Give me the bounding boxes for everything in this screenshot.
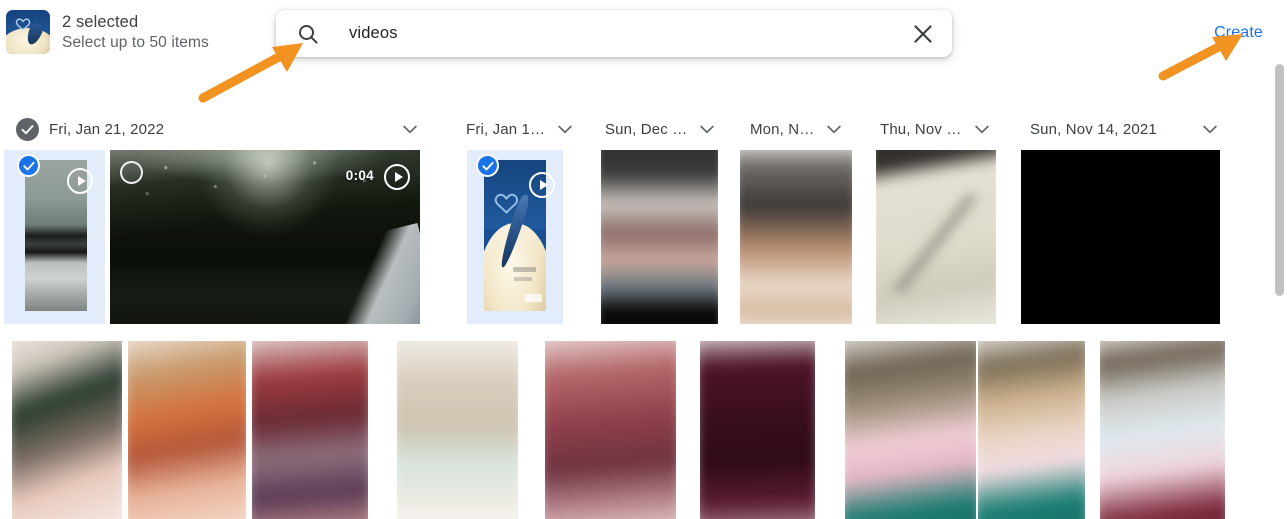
date-group-header-2[interactable]: Sun, Dec … (605, 112, 717, 146)
date-group-label-1: Fri, Jan 1… (466, 120, 546, 138)
date-group-label-3: Mon, N… (750, 120, 815, 138)
chevron-down-icon[interactable] (555, 119, 575, 139)
date-group-label-0: Fri, Jan 21, 2022 (49, 120, 165, 138)
date-group-header-5[interactable]: Sun, Nov 14, 2021 (1030, 112, 1220, 146)
media-tile-blurred-photo-6[interactable] (700, 341, 815, 519)
date-group-header-1[interactable]: Fri, Jan 1… (466, 112, 575, 146)
check-icon (22, 161, 35, 170)
play-circle-icon (67, 168, 93, 194)
chevron-down-icon[interactable] (1200, 119, 1220, 139)
date-headers-row: Fri, Jan 21, 2022 Fri, Jan 1… Sun, Dec …… (0, 112, 1270, 146)
play-circle-icon (384, 164, 410, 190)
create-button[interactable]: Create (1210, 22, 1267, 44)
media-grid-row-top: 0:04 (0, 150, 1287, 330)
date-group-label-5: Sun, Nov 14, 2021 (1030, 120, 1157, 138)
header-selection-info: 2 selected Select up to 50 items (6, 10, 209, 54)
video-duration-label: 0:04 (345, 168, 374, 183)
date-group-label-4: Thu, Nov … (880, 120, 962, 138)
photo-picker-window: 2 selected Select up to 50 items Create (0, 0, 1287, 519)
chevron-down-icon[interactable] (697, 119, 717, 139)
heart-icon (15, 18, 31, 31)
circle-outline-icon[interactable] (120, 161, 143, 184)
vertical-scrollbar[interactable] (1272, 42, 1287, 519)
cereal-bowl-video-thumbnail-icon (6, 10, 50, 54)
selection-hint-label: Select up to 50 items (62, 33, 209, 51)
date-group-header-4[interactable]: Thu, Nov … (880, 112, 992, 146)
search-box[interactable] (276, 10, 952, 57)
check-icon (21, 124, 34, 134)
search-input[interactable] (320, 23, 910, 44)
media-tile-blurred-photo-3[interactable] (252, 341, 368, 519)
chevron-down-icon[interactable] (400, 119, 420, 139)
media-tile-rainy-road-video[interactable] (4, 150, 105, 324)
picker-header: 2 selected Select up to 50 items Create (0, 0, 1287, 68)
scrollbar-thumb[interactable] (1275, 64, 1284, 296)
play-circle-icon (529, 172, 555, 198)
media-tile-blurred-photo-8[interactable] (978, 341, 1085, 519)
date-group-header-3[interactable]: Mon, N… (750, 112, 844, 146)
selection-check-badge[interactable] (17, 154, 40, 177)
media-tile-blurred-photo-5[interactable] (545, 341, 676, 519)
media-tile-blurred-photo-9[interactable] (1100, 341, 1225, 519)
date-group-header-0[interactable]: Fri, Jan 21, 2022 (16, 112, 420, 146)
media-tile-portrait-photo-1[interactable] (601, 150, 718, 324)
media-tile-blurred-photo-2[interactable] (128, 341, 246, 519)
media-tile-blurred-photo-4[interactable] (397, 341, 518, 519)
selection-text-block: 2 selected Select up to 50 items (62, 12, 209, 53)
media-tile-cereal-bowl-video[interactable] (467, 150, 563, 324)
date-group-select-toggle-0[interactable] (16, 117, 39, 141)
media-tile-blurred-photo-1[interactable] (12, 341, 122, 519)
media-grid-row-bottom (0, 337, 1287, 519)
check-icon (481, 161, 494, 170)
media-tile-blurred-photo-7[interactable] (845, 341, 976, 519)
selection-check-badge[interactable] (476, 154, 499, 177)
date-group-label-2: Sun, Dec … (605, 120, 688, 138)
search-icon[interactable] (296, 22, 320, 46)
media-tile-notebook-pen-photo[interactable] (876, 150, 996, 324)
chevron-down-icon[interactable] (972, 119, 992, 139)
media-tile-portrait-photo-2[interactable] (740, 150, 852, 324)
selected-count-label: 2 selected (62, 12, 139, 31)
media-tile-dark-black-photo[interactable] (1021, 150, 1220, 324)
chevron-down-icon[interactable] (824, 119, 844, 139)
close-icon[interactable] (910, 21, 936, 47)
media-tile-forest-sunbeam-video[interactable]: 0:04 (110, 150, 420, 324)
